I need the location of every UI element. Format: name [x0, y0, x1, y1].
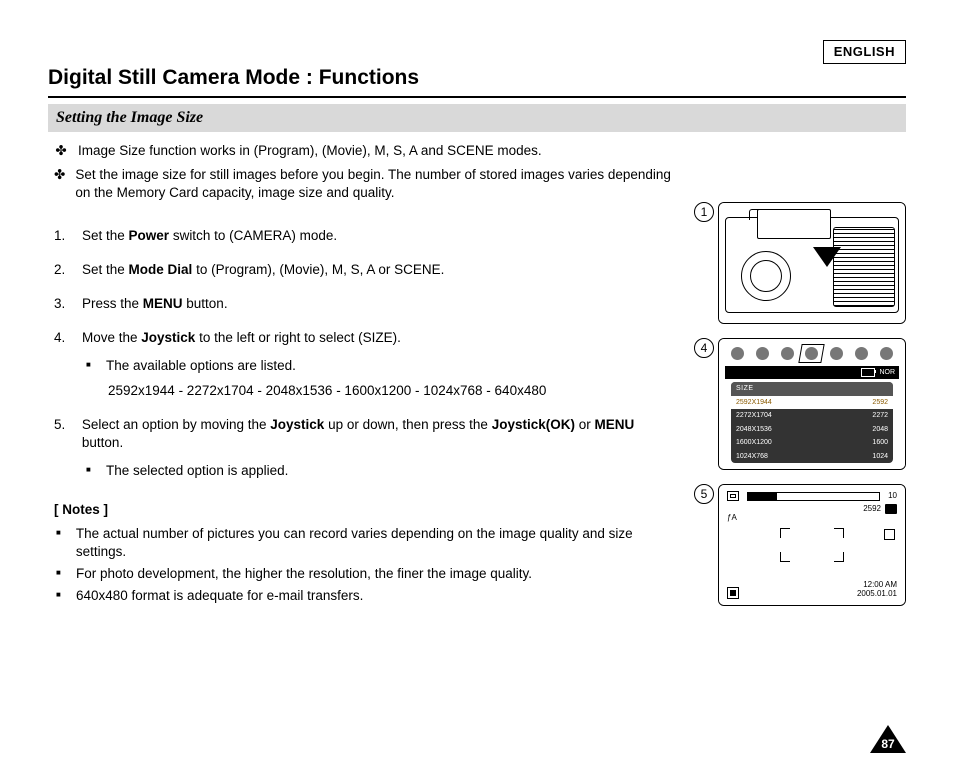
menu-tab-icon — [830, 347, 843, 360]
figure-4: 4 NOR — [694, 338, 906, 470]
sub-step-text: The available options are listed. — [106, 357, 296, 375]
quality-label: NOR — [879, 368, 895, 377]
time-display: 12:00 AM — [857, 580, 897, 590]
size-menu-row: 1600X12001600 — [731, 436, 893, 449]
preview-screen-illustration: 10 2592 ƒA — [719, 485, 905, 605]
step-text: Select an option by moving the Joystick … — [82, 416, 676, 452]
step-text: Set the Power switch to (CAMERA) mode. — [82, 227, 337, 245]
menu-tab-icon — [756, 347, 769, 360]
menu-tab-size-icon — [805, 347, 818, 360]
size-menu-heading: SIZE — [731, 382, 893, 395]
page-number: 87 — [870, 736, 906, 752]
menu-tab-icon — [781, 347, 794, 360]
size-menu-row: 1024X7681024 — [731, 450, 893, 463]
camera-illustration — [719, 203, 905, 323]
flash-indicator: ƒA — [727, 513, 737, 524]
menu-screen-illustration: NOR SIZE 2592X19442592 2272X17042272 204… — [719, 339, 905, 469]
battery-icon — [861, 368, 875, 377]
square-bullet-icon: ■ — [86, 462, 96, 476]
square-bullet-icon: ■ — [56, 565, 66, 579]
size-menu-row: 2048X15362048 — [731, 423, 893, 436]
memory-card-icon — [727, 587, 739, 599]
size-options-list: 2592x1944 - 2272x1704 - 2048x1536 - 1600… — [108, 382, 676, 400]
square-bullet-icon: ■ — [86, 357, 96, 371]
instruction-text: ✤ Image Size function works in (Program)… — [48, 142, 676, 610]
step-number: 5. — [54, 416, 72, 434]
notes-heading: [ Notes ] — [54, 501, 676, 519]
square-bullet-icon: ■ — [56, 525, 66, 539]
section-subtitle: Setting the Image Size — [48, 104, 906, 132]
intro-line: Set the image size for still images befo… — [75, 166, 676, 202]
figure-number-badge: 1 — [694, 202, 714, 222]
page-title: Digital Still Camera Mode : Functions — [48, 64, 906, 98]
arrow-down-icon — [813, 247, 841, 267]
step-text: Set the Mode Dial to (Program), (Movie),… — [82, 261, 444, 279]
manual-page: ENGLISH Digital Still Camera Mode : Func… — [0, 0, 954, 779]
size-menu-row: 2592X19442592 — [731, 396, 893, 409]
sub-step-text: The selected option is applied. — [106, 462, 288, 480]
note-text: For photo development, the higher the re… — [76, 565, 532, 583]
intro-line: Image Size function works in (Program), … — [78, 142, 542, 160]
step-number: 1. — [54, 227, 72, 245]
language-indicator: ENGLISH — [823, 40, 906, 64]
figure-column: 1 4 — [694, 202, 906, 606]
square-bullet-icon: ■ — [56, 587, 66, 601]
resolution-indicator: 2592 — [863, 504, 881, 515]
step-number: 3. — [54, 295, 72, 313]
figure-number-badge: 5 — [694, 484, 714, 504]
step-number: 2. — [54, 261, 72, 279]
focus-brackets-icon — [780, 528, 844, 562]
quality-icon — [885, 504, 897, 514]
size-menu-row: 2272X17042272 — [731, 409, 893, 422]
step-text: Press the MENU button. — [82, 295, 228, 313]
bullet-icon: ✤ — [54, 166, 65, 184]
remaining-count: 10 — [888, 491, 897, 502]
menu-tab-icon — [731, 347, 744, 360]
step-number: 4. — [54, 329, 72, 347]
note-text: The actual number of pictures you can re… — [76, 525, 676, 561]
date-display: 2005.01.01 — [857, 589, 897, 599]
storage-bar-icon — [747, 492, 880, 501]
bullet-icon: ✤ — [54, 142, 68, 160]
awb-icon — [884, 529, 895, 540]
step-text: Move the Joystick to the left or right t… — [82, 329, 401, 347]
figure-number-badge: 4 — [694, 338, 714, 358]
camera-mode-icon — [727, 491, 739, 501]
menu-tab-icon — [880, 347, 893, 360]
figure-1: 1 — [694, 202, 906, 324]
page-number-badge: 87 — [870, 725, 906, 755]
menu-tab-icon — [855, 347, 868, 360]
figure-5: 5 10 2592 ƒA — [694, 484, 906, 606]
note-text: 640x480 format is adequate for e-mail tr… — [76, 587, 363, 605]
